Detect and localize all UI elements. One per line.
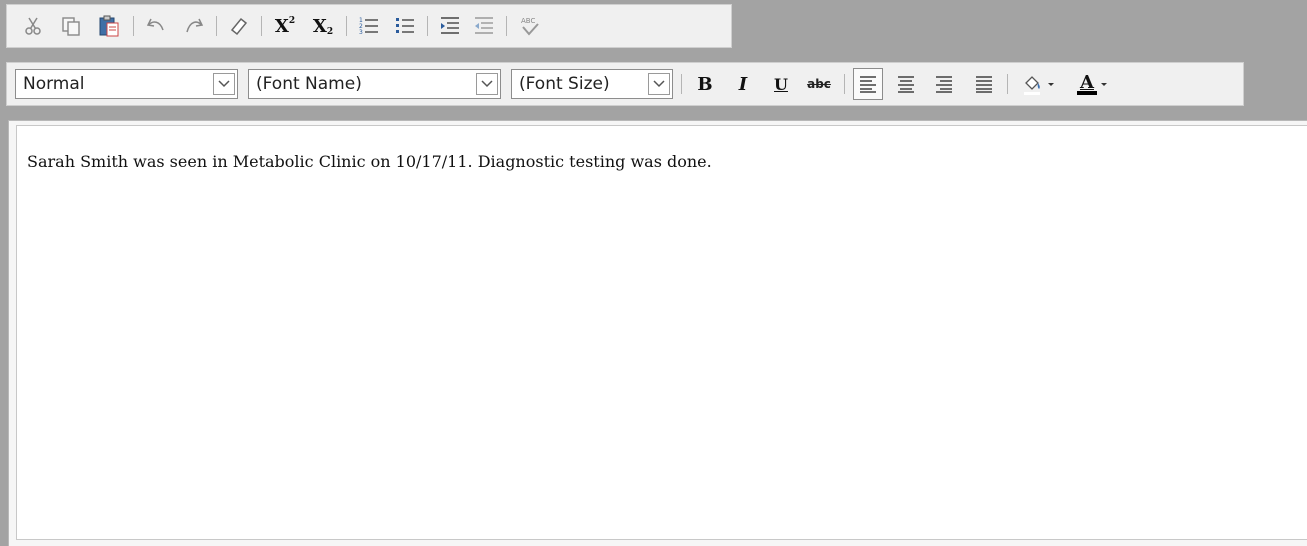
toolbar-separator xyxy=(133,16,134,36)
chevron-down-icon[interactable] xyxy=(213,73,235,95)
font-name-select[interactable]: (Font Name) xyxy=(248,69,501,99)
edit-toolbar: X2 X2 123 ABC xyxy=(6,4,732,48)
align-center-button[interactable] xyxy=(891,68,921,100)
paste-icon xyxy=(99,15,119,37)
paragraph-style-value: Normal xyxy=(23,74,85,94)
toolbar-separator xyxy=(844,74,845,94)
subscript-icon: X2 xyxy=(312,15,334,37)
font-color-button[interactable]: A xyxy=(1070,68,1116,100)
svg-text:ABC: ABC xyxy=(521,17,535,25)
undo-button[interactable] xyxy=(142,10,170,42)
editor-frame: Sarah Smith was seen in Metabolic Clinic… xyxy=(8,120,1307,546)
strikethrough-icon: abc xyxy=(807,77,831,91)
ordered-list-button[interactable]: 123 xyxy=(355,10,383,42)
paragraph-style-select[interactable]: Normal xyxy=(15,69,238,99)
spellcheck-button[interactable]: ABC xyxy=(515,10,545,42)
remove-format-button[interactable] xyxy=(225,10,253,42)
cut-icon xyxy=(25,17,41,35)
redo-icon xyxy=(186,18,204,33)
underline-button[interactable]: U xyxy=(766,68,796,100)
italic-button[interactable]: I xyxy=(728,68,758,100)
align-center-icon xyxy=(898,76,914,93)
spellcheck-icon: ABC xyxy=(521,17,539,36)
undo-icon xyxy=(146,18,164,31)
document-text: Sarah Smith was seen in Metabolic Clinic… xyxy=(27,152,712,171)
paint-bucket-icon xyxy=(1024,76,1040,95)
ordered-list-icon: 123 xyxy=(359,17,378,36)
justify-icon xyxy=(976,76,992,93)
indent-icon xyxy=(441,17,459,34)
background-color-button[interactable] xyxy=(1016,68,1062,100)
align-left-icon xyxy=(860,76,876,93)
format-toolbar: Normal (Font Name) (Font Size) B I U abc xyxy=(6,62,1244,106)
toolbar-separator xyxy=(346,16,347,36)
chevron-down-icon[interactable] xyxy=(476,73,498,95)
caret-down-icon xyxy=(1048,83,1054,86)
unordered-list-button[interactable] xyxy=(391,10,419,42)
toolbar-separator xyxy=(216,16,217,36)
copy-button[interactable] xyxy=(55,10,87,42)
underline-icon: U xyxy=(774,74,788,94)
toolbar-separator xyxy=(427,16,428,36)
subscript-button[interactable]: X2 xyxy=(308,10,338,42)
toolbar-separator xyxy=(1007,74,1008,94)
indent-button[interactable] xyxy=(436,10,464,42)
unordered-list-icon xyxy=(396,18,414,33)
outdent-button[interactable] xyxy=(470,10,498,42)
toolbar-separator xyxy=(261,16,262,36)
bold-icon: B xyxy=(697,73,713,95)
svg-text:3: 3 xyxy=(359,29,363,36)
font-name-value: (Font Name) xyxy=(256,74,362,94)
justify-button[interactable] xyxy=(969,68,999,100)
toolbar-separator xyxy=(506,16,507,36)
caret-down-icon xyxy=(1101,83,1107,86)
superscript-button[interactable]: X2 xyxy=(270,10,300,42)
chevron-down-icon[interactable] xyxy=(648,73,670,95)
eraser-icon xyxy=(230,17,248,36)
align-left-button[interactable] xyxy=(853,68,883,100)
copy-icon xyxy=(62,17,80,36)
font-size-select[interactable]: (Font Size) xyxy=(511,69,673,99)
align-right-button[interactable] xyxy=(929,68,959,100)
outdent-icon xyxy=(475,17,493,34)
toolbar-separator xyxy=(681,74,682,94)
paste-button[interactable] xyxy=(93,10,125,42)
superscript-icon: X2 xyxy=(274,15,296,37)
cut-button[interactable] xyxy=(17,10,49,42)
font-color-icon: A xyxy=(1077,72,1097,96)
italic-icon: I xyxy=(738,73,748,95)
align-right-icon xyxy=(936,76,952,93)
document-body[interactable]: Sarah Smith was seen in Metabolic Clinic… xyxy=(16,125,1307,540)
strikethrough-button[interactable]: abc xyxy=(802,68,836,100)
rich-text-editor: X2 X2 123 ABC Normal (Font Name) (Font S… xyxy=(0,0,1307,546)
font-size-value: (Font Size) xyxy=(519,74,610,94)
bold-button[interactable]: B xyxy=(690,68,720,100)
redo-button[interactable] xyxy=(180,10,208,42)
